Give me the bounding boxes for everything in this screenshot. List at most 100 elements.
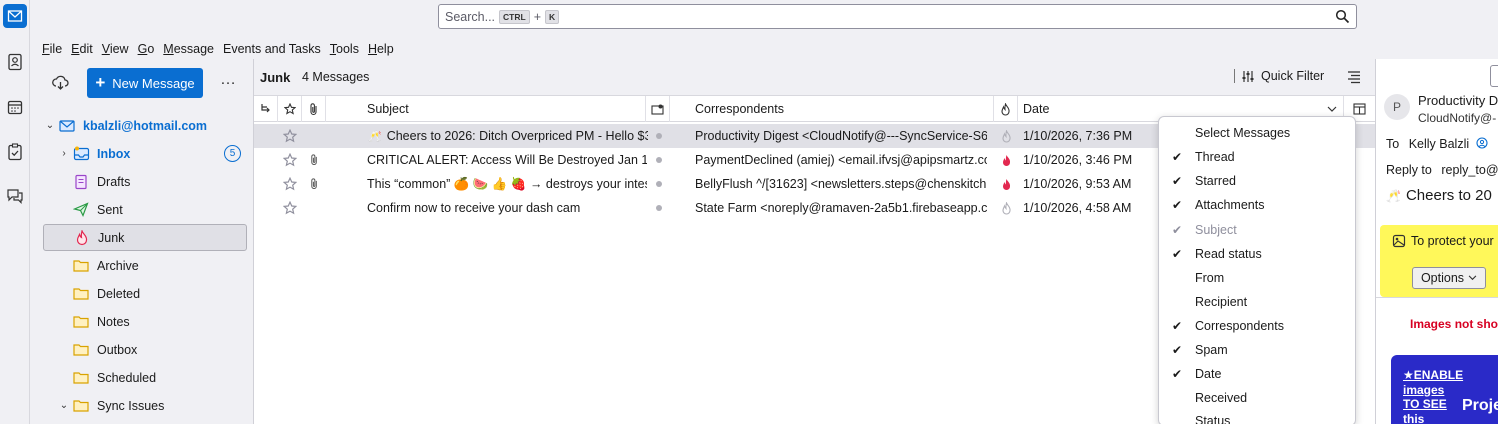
picker-item-from[interactable]: From (1159, 266, 1355, 290)
menu-events-tasks[interactable]: Events and Tasks (223, 42, 321, 56)
global-search-input[interactable]: Search... CTRL + K (438, 4, 1357, 29)
menu-view[interactable]: View (102, 42, 129, 56)
starred-column-header[interactable] (278, 96, 302, 122)
chevron-down-icon[interactable]: ⌄ (57, 400, 71, 411)
thread-pane-header: Junk 4 Messages Quick Filter (254, 59, 1375, 96)
subject-column-header[interactable]: Subject (326, 96, 646, 122)
get-messages-icon[interactable] (52, 75, 69, 91)
search-icon[interactable] (1335, 9, 1350, 24)
picker-item-date[interactable]: ✔ Date (1159, 362, 1355, 386)
display-options-icon[interactable] (1347, 70, 1361, 84)
picker-item-starred[interactable]: ✔ Starred (1159, 169, 1355, 193)
reply-to-address[interactable]: reply_to@in (1441, 163, 1498, 177)
menu-edit[interactable]: Edit (71, 42, 93, 56)
shortcut-key-ctrl: CTRL (499, 9, 530, 24)
from-address[interactable]: CloudNotify@- (1418, 111, 1496, 125)
picker-item-spam[interactable]: ✔ Spam (1159, 338, 1355, 362)
calendar-space-button[interactable] (3, 95, 27, 119)
message-subject: Confirm now to receive your dash cam (367, 201, 581, 215)
account-name: kbalzli@hotmail.com (83, 118, 208, 133)
folder-outbox[interactable]: Outbox (43, 336, 247, 363)
menu-file[interactable]: File (42, 42, 62, 56)
folder-icon (73, 316, 89, 328)
picker-item-correspondents[interactable]: ✔ Correspondents (1159, 314, 1355, 338)
paperclip-icon (310, 178, 317, 189)
picker-item-attachments[interactable]: ✔ Attachments (1159, 193, 1355, 217)
picker-item-read-status[interactable]: ✔ Read status (1159, 242, 1355, 266)
contact-icon[interactable] (1476, 137, 1488, 149)
picker-item-received[interactable]: Received (1159, 386, 1355, 410)
message-correspondent: BellyFlush ^/[31623] <newsletters.steps@… (695, 177, 987, 191)
message-subject: Cheers to 2026: Ditch Overpriced PM - He… (386, 129, 648, 143)
message-subject: This “common” 🍊 🍉 👍 🍓 → destroys your in… (367, 176, 647, 191)
folder-icon (73, 260, 89, 272)
chevron-right-icon[interactable]: › (57, 148, 71, 159)
from-name[interactable]: Productivity Di (1418, 93, 1498, 108)
folder-inbox[interactable]: › Inbox 5 (43, 140, 247, 167)
tasks-space-button[interactable] (3, 140, 27, 164)
read-status-column-header[interactable] (646, 96, 670, 122)
read-dot-icon[interactable] (656, 133, 662, 139)
menu-go[interactable]: Go (138, 42, 155, 56)
paperclip-icon (310, 154, 317, 165)
star-icon[interactable] (283, 129, 297, 143)
spaces-toolbar (0, 0, 30, 424)
folder-sync-issues[interactable]: ⌄ Sync Issues (43, 392, 247, 419)
to-label: To (1386, 137, 1400, 151)
picker-item-thread[interactable]: ✔ Thread (1159, 145, 1355, 169)
folder-icon (73, 344, 89, 356)
folder-archive[interactable]: Archive (43, 252, 247, 279)
folder-pane-menu-button[interactable]: … (220, 71, 237, 89)
mail-icon (7, 10, 23, 22)
mail-space-button[interactable] (3, 4, 27, 28)
spam-flame-icon[interactable] (1001, 178, 1012, 191)
spam-column-header[interactable] (994, 96, 1018, 122)
sent-icon (73, 202, 89, 217)
filter-sliders-icon (1242, 70, 1254, 82)
folder-deleted[interactable]: Deleted (43, 280, 247, 307)
correspondents-column-header[interactable]: Correspondents (670, 96, 994, 122)
account-row[interactable]: ⌄ kbalzli@hotmail.com (43, 112, 247, 139)
chevron-down-icon[interactable]: ⌄ (43, 120, 57, 131)
picker-item-status[interactable]: Status (1159, 409, 1355, 424)
folder-scheduled[interactable]: Scheduled (43, 364, 247, 391)
thread-column-header[interactable] (254, 96, 278, 122)
read-dot-icon[interactable] (656, 205, 662, 211)
folder-icon (73, 288, 89, 300)
chat-space-button[interactable] (3, 184, 27, 208)
folder-sent[interactable]: Sent (43, 196, 247, 223)
star-icon[interactable] (283, 201, 297, 215)
picker-item-recipient[interactable]: Recipient (1159, 290, 1355, 314)
new-message-button[interactable]: + New Message (87, 68, 203, 98)
subject-emoji-icon: 🥂 (1386, 189, 1401, 203)
tasks-icon (8, 143, 22, 161)
remote-content-notice: To protect your Options (1380, 225, 1498, 297)
menu-tools[interactable]: Tools (330, 42, 359, 56)
spam-flame-icon (1001, 102, 1010, 116)
spam-flame-icon[interactable] (1001, 154, 1012, 167)
spam-flame-icon[interactable] (1001, 129, 1012, 143)
address-book-space-button[interactable] (3, 50, 27, 74)
folder-junk[interactable]: Junk (43, 224, 247, 251)
spam-flame-icon[interactable] (1001, 201, 1012, 215)
star-icon[interactable] (283, 177, 297, 191)
options-button[interactable]: Options (1412, 267, 1486, 289)
picker-item-select-messages[interactable]: Select Messages (1159, 121, 1355, 145)
address-book-icon (8, 53, 22, 71)
read-status-icon (651, 104, 664, 115)
message-header-menu-button[interactable] (1490, 65, 1498, 87)
star-icon[interactable] (283, 153, 297, 167)
read-dot-icon[interactable] (656, 181, 662, 187)
to-recipient[interactable]: Kelly Balzli (1409, 137, 1469, 151)
read-dot-icon[interactable] (656, 157, 662, 163)
menu-help[interactable]: Help (368, 42, 394, 56)
menu-message[interactable]: Message (163, 42, 214, 56)
folder-notes[interactable]: Notes (43, 308, 247, 335)
shortcut-key-k: K (545, 9, 560, 24)
enable-images-link[interactable]: ★ENABLE images TO SEE this (1403, 368, 1463, 424)
message-date: 1/10/2026, 9:53 AM (1023, 177, 1132, 191)
folder-drafts[interactable]: Drafts (43, 168, 247, 195)
attachments-column-header[interactable] (302, 96, 326, 122)
quick-filter-button[interactable]: Quick Filter (1234, 69, 1324, 83)
avatar: P (1384, 94, 1410, 120)
